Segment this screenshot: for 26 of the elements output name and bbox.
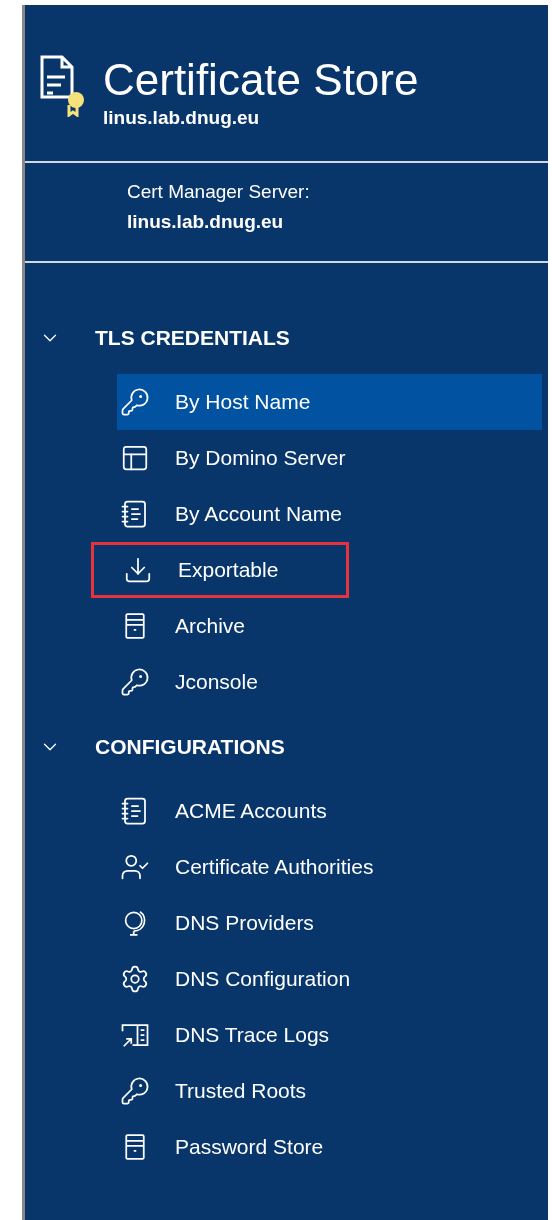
nav-item[interactable]: Jconsole	[117, 654, 542, 710]
nav-item[interactable]: By Account Name	[117, 486, 542, 542]
user-check-icon	[120, 852, 150, 882]
section-header[interactable]: TLS CREDENTIALS	[25, 313, 548, 363]
settings-icon	[120, 964, 150, 994]
nav-item[interactable]: By Host Name	[117, 374, 542, 430]
nav-item[interactable]: Certificate Authorities	[117, 839, 542, 895]
nav-item[interactable]: Password Store	[117, 1119, 542, 1175]
nav-item[interactable]: Exportable	[91, 542, 349, 598]
nav-item[interactable]: Trusted Roots	[117, 1063, 542, 1119]
host-name: linus.lab.dnug.eu	[103, 107, 261, 129]
server-name: linus.lab.dnug.eu	[127, 211, 285, 233]
nav-item[interactable]: By Domino Server	[117, 430, 542, 486]
nav-item[interactable]: DNS Providers	[117, 895, 542, 951]
nav-item[interactable]: DNS Trace Logs	[117, 1007, 542, 1063]
nav-item[interactable]: DNS Configuration	[117, 951, 542, 1007]
key-icon	[120, 667, 150, 697]
download-icon	[123, 555, 153, 585]
nav-item[interactable]: Archive	[117, 598, 542, 654]
server-label: Cert Manager Server:	[127, 181, 311, 203]
key-icon	[120, 387, 150, 417]
section-header[interactable]: CONFIGURATIONS	[25, 722, 548, 772]
key-icon	[120, 1076, 150, 1106]
app-title: Certificate Store	[103, 55, 419, 105]
layout-icon	[120, 443, 150, 473]
nav-item[interactable]: ACME Accounts	[117, 783, 542, 839]
